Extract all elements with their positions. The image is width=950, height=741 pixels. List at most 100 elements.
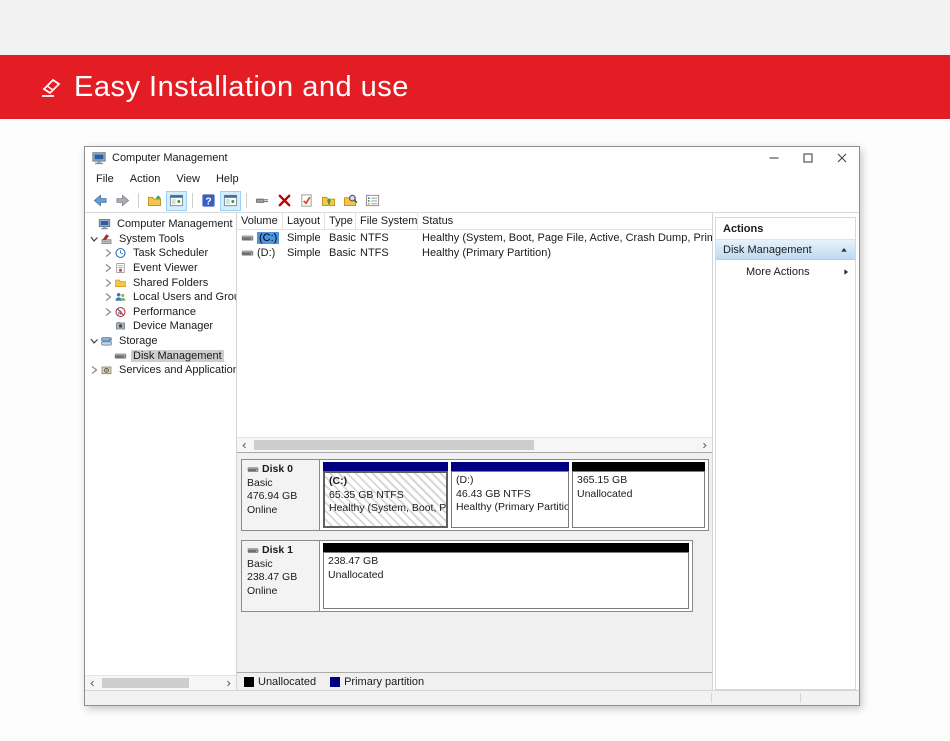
tree-item-label: Device Manager: [131, 320, 215, 332]
partition-status: Unallocated: [577, 488, 700, 502]
disk-type: Basic: [247, 477, 314, 491]
tree-item-event-viewer[interactable]: Event Viewer: [85, 261, 236, 276]
tree-item-services-and-applications[interactable]: Services and Applications: [85, 363, 236, 378]
volume-cell: Simple: [283, 232, 325, 244]
tree-item-label: Performance: [131, 306, 198, 318]
chevron-right-icon[interactable]: [103, 292, 113, 302]
toolbar-separator: [246, 193, 247, 208]
back-icon[interactable]: [90, 191, 111, 211]
volume-row[interactable]: (D:)SimpleBasicNTFSHealthy (Primary Part…: [237, 245, 712, 260]
disk-label[interactable]: Disk 1Basic238.47 GBOnline: [242, 541, 320, 611]
volume-cell: (D:): [237, 247, 283, 259]
tree-horizontal-scrollbar[interactable]: [85, 675, 236, 690]
more-actions-item[interactable]: More Actions: [716, 260, 855, 284]
attach-vhd-icon[interactable]: [252, 191, 273, 211]
actions-group-disk-management[interactable]: Disk Management: [716, 239, 855, 260]
scroll-left-icon[interactable]: [237, 438, 252, 452]
legend-label: Unallocated: [258, 676, 316, 688]
legend-primary-partition: Primary partition: [330, 676, 424, 688]
show-window-icon[interactable]: [220, 191, 241, 211]
chevron-right-icon[interactable]: [103, 263, 113, 273]
scroll-right-icon[interactable]: [697, 438, 712, 452]
device-icon: [114, 320, 127, 332]
menu-help[interactable]: Help: [208, 171, 247, 187]
maximize-button[interactable]: [791, 147, 825, 169]
delete-icon[interactable]: [274, 191, 295, 211]
more-actions-label: More Actions: [746, 266, 842, 278]
tree-item-label: Local Users and Groups: [131, 291, 236, 303]
chevron-right-icon[interactable]: [103, 278, 113, 288]
chevron-right-icon[interactable]: [103, 307, 113, 317]
disk-partitions: 238.47 GBUnallocated: [320, 541, 692, 611]
tree-item-label: Storage: [117, 335, 160, 347]
disk-name-text: Disk 1: [262, 544, 293, 558]
partition-c[interactable]: (C:)65.35 GB NTFSHealthy (System, Boot, …: [323, 462, 448, 528]
console-tree-icon[interactable]: [166, 191, 187, 211]
scroll-right-icon[interactable]: [221, 676, 236, 690]
tree-item-device-manager[interactable]: Device Manager: [85, 319, 236, 334]
menu-file[interactable]: File: [88, 171, 122, 187]
upload-folder-icon[interactable]: [318, 191, 339, 211]
disk-icon: [247, 546, 259, 555]
volume-cell: NTFS: [356, 247, 418, 259]
tree-item-label: Disk Management: [131, 350, 224, 362]
tree-item-system-tools[interactable]: System Tools: [85, 232, 236, 247]
help-icon[interactable]: [198, 191, 219, 211]
scrollbar-thumb[interactable]: [102, 678, 189, 688]
disk-size: 476.94 GB: [247, 490, 314, 504]
menu-action[interactable]: Action: [122, 171, 169, 187]
partition-unallocated[interactable]: 238.47 GBUnallocated: [323, 543, 689, 609]
minimize-button[interactable]: [757, 147, 791, 169]
volume-list-header: VolumeLayoutTypeFile SystemStatus: [237, 213, 712, 230]
column-header-status[interactable]: Status: [418, 213, 712, 229]
column-header-volume[interactable]: Volume: [237, 213, 283, 229]
column-header-type[interactable]: Type: [325, 213, 356, 229]
tree-item-local-users-and-groups[interactable]: Local Users and Groups: [85, 290, 236, 305]
tree-item-performance[interactable]: Performance: [85, 305, 236, 320]
tree-item-disk-management[interactable]: Disk Management: [85, 348, 236, 363]
partition-status: Healthy (Primary Partitior: [456, 501, 564, 515]
scrollbar-track[interactable]: [100, 676, 221, 690]
scrollbar-track[interactable]: [252, 438, 697, 452]
export-list-icon[interactable]: [144, 191, 165, 211]
forward-icon[interactable]: [112, 191, 133, 211]
close-button[interactable]: [825, 147, 859, 169]
partition-d[interactable]: (D:)46.43 GB NTFSHealthy (Primary Partit…: [451, 462, 569, 528]
disk-management-main-pane: VolumeLayoutTypeFile SystemStatus (C:)Si…: [237, 213, 713, 690]
check-document-icon[interactable]: [296, 191, 317, 211]
column-header-file-system[interactable]: File System: [356, 213, 418, 229]
window-title: Computer Management: [112, 152, 228, 164]
chevron-right-icon[interactable]: [89, 365, 99, 375]
search-icon[interactable]: [340, 191, 361, 211]
volume-name: (D:): [257, 247, 275, 259]
disk-row-disk-0: Disk 0Basic476.94 GBOnline(C:)65.35 GB N…: [241, 459, 709, 531]
title-bar[interactable]: Computer Management: [85, 147, 859, 169]
scrollbar-thumb[interactable]: [254, 440, 534, 450]
scroll-left-icon[interactable]: [85, 676, 100, 690]
tree-item-storage[interactable]: Storage: [85, 334, 236, 349]
log-icon: [114, 262, 127, 274]
chevron-right-icon[interactable]: [103, 248, 113, 258]
menu-view[interactable]: View: [168, 171, 208, 187]
tree-item-computer-management-local[interactable]: Computer Management (Local: [85, 217, 236, 232]
disk-label[interactable]: Disk 0Basic476.94 GBOnline: [242, 460, 320, 530]
perf-icon: [114, 306, 127, 318]
volume-row[interactable]: (C:)SimpleBasicNTFSHealthy (System, Boot…: [237, 230, 712, 245]
console-tree-pane: Computer Management (LocalSystem ToolsTa…: [85, 213, 237, 690]
chevron-down-icon[interactable]: [89, 336, 99, 346]
clock-icon: [114, 247, 127, 259]
disk-row-disk-1: Disk 1Basic238.47 GBOnline238.47 GBUnall…: [241, 540, 693, 612]
partition-unallocated[interactable]: 365.15 GBUnallocated: [572, 462, 705, 528]
volume-cell: (C:): [237, 232, 283, 244]
status-bar: [85, 690, 859, 705]
volume-disk-icon: [241, 248, 254, 258]
actions-pane-outer: Actions Disk Management More Actions: [713, 213, 859, 690]
tree-item-task-scheduler[interactable]: Task Scheduler: [85, 246, 236, 261]
collapse-arrow-icon[interactable]: [840, 246, 848, 254]
properties-icon[interactable]: [362, 191, 383, 211]
tree-item-shared-folders[interactable]: Shared Folders: [85, 275, 236, 290]
volume-horizontal-scrollbar[interactable]: [237, 437, 712, 452]
volume-list: (C:)SimpleBasicNTFSHealthy (System, Boot…: [237, 230, 712, 437]
chevron-down-icon[interactable]: [89, 234, 99, 244]
column-header-layout[interactable]: Layout: [283, 213, 325, 229]
